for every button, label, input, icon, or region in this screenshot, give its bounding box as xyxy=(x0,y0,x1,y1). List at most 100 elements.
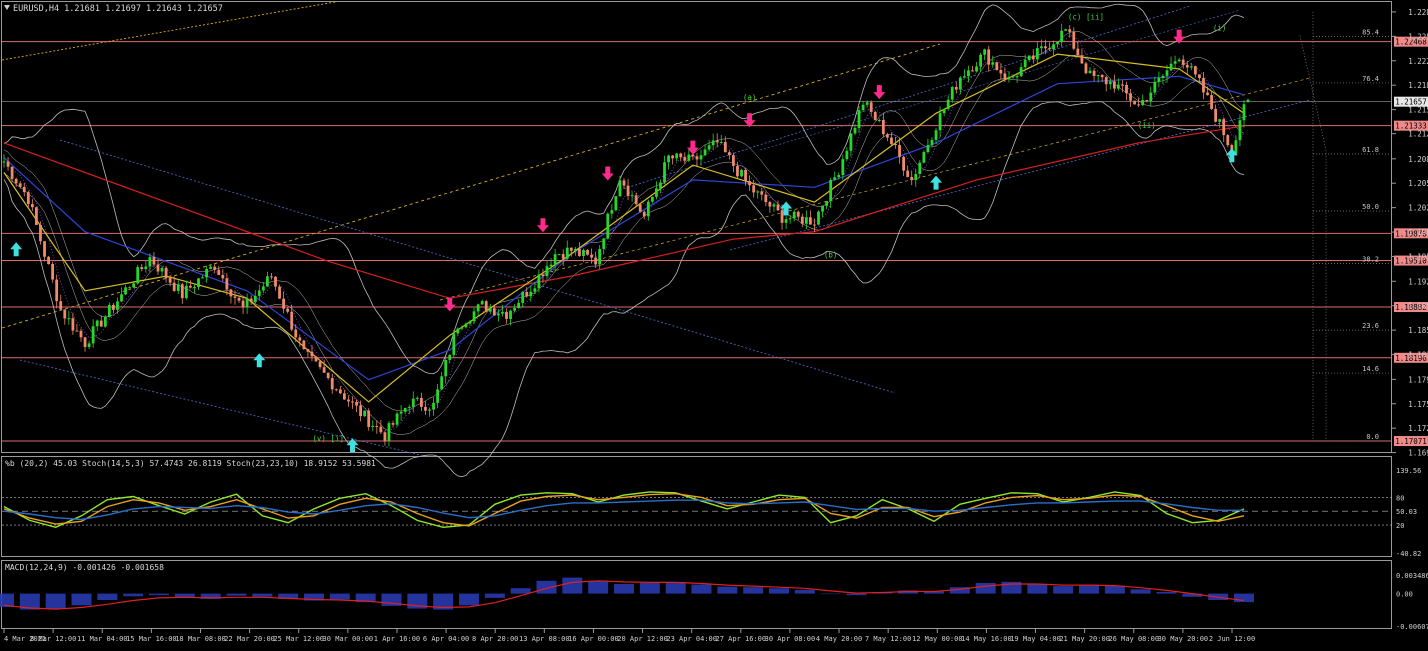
candle-body xyxy=(270,276,273,278)
macd-header: MACD(12,24,9) -0.001426 -0.001658 xyxy=(5,563,164,572)
candle-body xyxy=(764,194,768,203)
price-tick-label: 1.22870 xyxy=(1408,8,1428,17)
candle-body xyxy=(634,195,638,205)
candle-body xyxy=(788,218,792,220)
candle-body xyxy=(14,178,18,184)
candle-body xyxy=(1149,92,1153,102)
oscillator-tick-label: 20 xyxy=(1396,522,1404,530)
candle-body xyxy=(537,274,541,289)
candle-body xyxy=(184,285,188,299)
candle-body xyxy=(1157,77,1161,82)
candle-body xyxy=(419,397,423,407)
candle-body xyxy=(979,54,983,67)
candle-body xyxy=(1112,81,1116,89)
candle-body xyxy=(606,213,610,239)
macd-histogram-bar xyxy=(562,577,583,594)
candle-body xyxy=(1161,75,1165,78)
candle-body xyxy=(529,291,533,297)
time-tick-label: 27 Apr 16:00 xyxy=(716,635,767,643)
candle-body xyxy=(954,87,958,90)
macd-histogram-bar xyxy=(1027,583,1048,594)
candle-body xyxy=(87,343,91,348)
candle-body xyxy=(249,298,253,303)
candle-body xyxy=(261,286,265,291)
candle-body xyxy=(1039,46,1043,49)
fib-level-label: 76.4 xyxy=(1362,75,1379,83)
candle-body xyxy=(983,49,987,55)
candle-body xyxy=(549,264,553,267)
candle-body xyxy=(942,108,946,114)
candle-body xyxy=(845,150,849,160)
candle-body xyxy=(351,401,354,403)
candle-body xyxy=(205,268,209,278)
candle-body xyxy=(496,313,500,316)
candle-body xyxy=(740,169,743,177)
time-tick-label: 8 Apr 20:00 xyxy=(472,635,518,643)
candle-body xyxy=(853,127,857,134)
candle-body xyxy=(962,76,966,78)
time-tick-label: 6 Apr 04:00 xyxy=(423,635,469,643)
candle-body xyxy=(265,276,269,287)
candle-body xyxy=(557,254,561,256)
candle-body xyxy=(650,196,654,202)
macd-histogram-bar xyxy=(329,593,350,600)
candle-body xyxy=(79,330,83,338)
candle-body xyxy=(659,182,662,189)
candle-body xyxy=(39,224,42,242)
candle-body xyxy=(1023,60,1027,68)
candle-body xyxy=(703,149,707,156)
candle-body xyxy=(22,186,26,193)
candle-body xyxy=(221,275,225,279)
candle-body xyxy=(71,318,75,331)
candle-body xyxy=(124,287,127,295)
candle-body xyxy=(1218,119,1222,122)
candle-body xyxy=(1084,63,1088,74)
candle-body xyxy=(829,179,833,202)
oscillator-tick-label: 139.56 xyxy=(1396,467,1421,475)
candle-body xyxy=(946,99,950,109)
candle-body xyxy=(525,291,529,297)
candle-body xyxy=(492,308,496,316)
macd-histogram-bar xyxy=(1053,586,1074,594)
candle-body xyxy=(1003,73,1007,80)
candle-body xyxy=(440,376,444,390)
candle-body xyxy=(934,130,938,140)
candle-body xyxy=(918,162,922,174)
candle-body xyxy=(719,141,723,143)
candle-body xyxy=(873,111,877,121)
time-tick-label: 26 May 08:00 xyxy=(1108,635,1159,643)
candle-body xyxy=(723,141,727,153)
candle-body xyxy=(367,410,371,427)
chart-canvas[interactable]: 1.224681.213331.198781.195101.188821.181… xyxy=(0,0,1428,647)
candle-body xyxy=(107,304,111,318)
trading-chart-window[interactable]: 1.22468 1.21333 1.19878 1.19510 1.18882 1.181… xyxy=(0,0,1428,647)
candle-body xyxy=(618,180,622,197)
candle-body xyxy=(655,188,658,197)
price-tick-label: 1.22540 xyxy=(1408,32,1428,41)
time-tick-label: 16 Apr 00:00 xyxy=(568,635,619,643)
candle-body xyxy=(1173,61,1177,64)
candle-body xyxy=(561,254,565,259)
candle-body xyxy=(881,120,885,135)
price-tick-label: 1.22210 xyxy=(1408,57,1428,66)
candle-body xyxy=(642,211,646,217)
main-header: EURUSD,H4 1.21681 1.21697 1.21643 1.2165… xyxy=(13,4,223,14)
candle-body xyxy=(825,201,829,206)
time-tick-label: 23 Apr 04:00 xyxy=(666,635,717,643)
candle-body xyxy=(671,155,675,159)
price-tick-label: 1.17905 xyxy=(1408,375,1428,384)
candle-body xyxy=(290,311,294,330)
oscillator-tick-label: 50.03 xyxy=(1396,508,1417,516)
candle-body xyxy=(379,426,383,433)
time-tick-label: 22 Mar 20:00 xyxy=(224,635,275,643)
candle-body xyxy=(1137,104,1141,106)
candle-body xyxy=(594,257,598,265)
candle-body xyxy=(43,241,46,257)
candle-body xyxy=(622,180,626,186)
candle-body xyxy=(26,192,30,205)
candle-body xyxy=(1185,64,1189,68)
candle-body xyxy=(407,406,411,408)
candle-body xyxy=(573,248,577,251)
macd-histogram-bar xyxy=(1130,589,1151,594)
wave-label: (c) [ii] xyxy=(1068,12,1104,21)
